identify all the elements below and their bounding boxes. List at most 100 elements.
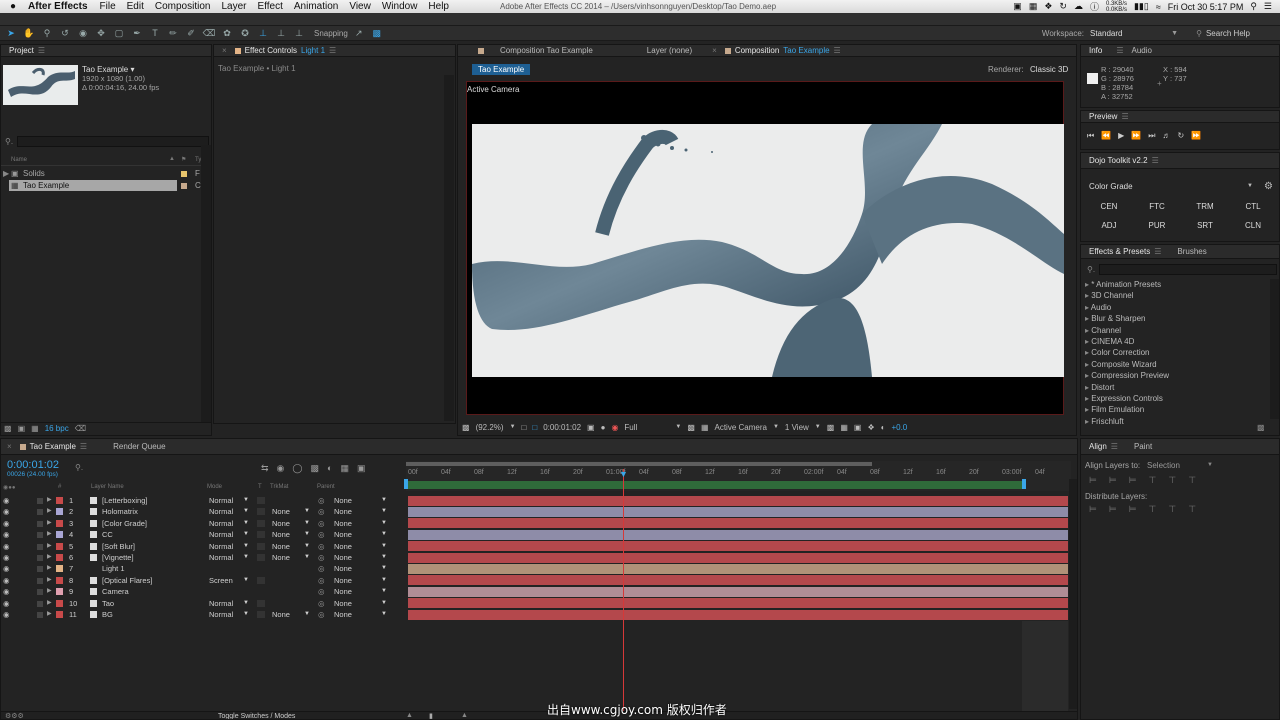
layer-duration-bar[interactable] bbox=[408, 575, 1068, 586]
layer-name[interactable]: [Optical Flares] bbox=[102, 575, 152, 586]
effect-category[interactable]: ▸ Expression Controls bbox=[1085, 393, 1269, 404]
work-area-end-handle[interactable] bbox=[1022, 479, 1026, 489]
scrollbar[interactable] bbox=[1270, 279, 1279, 419]
timeline-timecode[interactable]: 0:00:01:02 bbox=[7, 459, 59, 471]
camera-icon[interactable]: ▣ bbox=[1013, 1, 1022, 12]
dojo-button-pur[interactable]: PUR bbox=[1135, 219, 1179, 233]
menu-effect[interactable]: Effect bbox=[257, 1, 282, 12]
layer-duration-bar[interactable] bbox=[408, 518, 1068, 529]
scrollbar[interactable] bbox=[444, 75, 454, 421]
layer-duration-bar[interactable] bbox=[408, 609, 1068, 620]
distribute-top-icon[interactable]: ⊨ bbox=[1089, 504, 1097, 515]
label-swatch[interactable] bbox=[181, 171, 187, 177]
panel-menu-icon[interactable]: ☰ bbox=[1111, 442, 1118, 451]
grid-options-icon[interactable]: ▦ bbox=[701, 423, 709, 432]
effect-category[interactable]: ▸ * Animation Presets bbox=[1085, 279, 1269, 290]
expand-arrow-icon[interactable]: ▶ bbox=[3, 168, 9, 179]
effect-category[interactable]: ▸ Compression Preview bbox=[1085, 370, 1269, 381]
chevron-down-icon[interactable]: ▼ bbox=[381, 586, 387, 597]
rotate-tool-icon[interactable]: ↺ bbox=[58, 28, 72, 39]
panel-menu-icon[interactable]: ☰ bbox=[1154, 247, 1161, 256]
next-frame-icon[interactable]: ⏩ bbox=[1131, 131, 1141, 141]
puppet-tool-icon[interactable]: ✪ bbox=[238, 28, 252, 39]
chevron-down-icon[interactable]: ▼ bbox=[381, 518, 387, 529]
draft-3d-icon[interactable]: ◉ bbox=[277, 463, 285, 474]
track-matte-select[interactable]: None bbox=[272, 518, 290, 529]
visibility-eye-icon[interactable]: ◉ bbox=[3, 552, 10, 563]
lock-toggle[interactable] bbox=[37, 600, 43, 607]
col-t[interactable]: T bbox=[258, 484, 262, 490]
chevron-down-icon[interactable]: ▼ bbox=[381, 541, 387, 552]
tab-dojo-toolkit[interactable]: Dojo Toolkit v2.2 ☰ bbox=[1081, 156, 1167, 165]
pick-whip-icon[interactable]: ◎ bbox=[318, 598, 325, 609]
distribute-vcenter-icon[interactable]: ⊨ bbox=[1109, 504, 1117, 515]
expand-panes-icon[interactable]: ⚙⚙⚙ bbox=[5, 712, 24, 719]
ram-preview-icon[interactable]: ⏩ bbox=[1191, 131, 1201, 141]
chevron-down-icon[interactable]: ▼ bbox=[675, 424, 681, 430]
chevron-down-icon[interactable]: ▼ bbox=[1207, 462, 1213, 468]
tab-effect-controls[interactable]: Effect Controls Light 1 ☰ bbox=[227, 46, 345, 55]
tab-render-queue[interactable]: Render Queue bbox=[105, 442, 173, 451]
tab-paint[interactable]: Paint bbox=[1126, 442, 1160, 451]
parent-select[interactable]: None bbox=[334, 506, 352, 517]
timeline-layer-row[interactable]: ◉ ▶ 7 Light 1 ◎ None ▼ bbox=[1, 563, 405, 574]
rendered-frame[interactable] bbox=[472, 124, 1064, 377]
expand-arrow-icon[interactable]: ▶ bbox=[47, 552, 52, 563]
layer-name[interactable]: Tao bbox=[102, 598, 114, 609]
expand-arrow-icon[interactable]: ▶ bbox=[47, 495, 52, 506]
expand-arrow-icon[interactable]: ▶ bbox=[47, 586, 52, 597]
visibility-eye-icon[interactable]: ◉ bbox=[3, 586, 10, 597]
lock-toggle[interactable] bbox=[37, 532, 43, 539]
visibility-eye-icon[interactable]: ◉ bbox=[3, 495, 10, 506]
layer-name[interactable]: CC bbox=[102, 529, 113, 540]
timeline-layer-row[interactable]: ◉ ▶ 9 Camera ◎ None ▼ bbox=[1, 586, 405, 597]
chevron-down-icon[interactable]: ▼ bbox=[1171, 30, 1178, 37]
layer-name[interactable]: [Soft Blur] bbox=[102, 541, 135, 552]
parent-select[interactable]: None bbox=[334, 518, 352, 529]
expand-arrow-icon[interactable]: ▶ bbox=[47, 598, 52, 609]
mute-icon[interactable]: ♬ bbox=[1163, 131, 1171, 141]
lock-toggle[interactable] bbox=[37, 566, 43, 573]
layer-name[interactable]: [Color Grade] bbox=[102, 518, 147, 529]
info-icon[interactable]: ⓘ bbox=[1090, 0, 1099, 13]
blend-mode-select[interactable]: Normal bbox=[209, 552, 233, 563]
lock-toggle[interactable] bbox=[37, 612, 43, 618]
effect-category[interactable]: ▸ Frischluft bbox=[1085, 416, 1269, 427]
chevron-down-icon[interactable]: ▼ bbox=[773, 424, 779, 430]
pick-whip-icon[interactable]: ◎ bbox=[318, 563, 325, 574]
layer-label-swatch[interactable] bbox=[56, 519, 63, 527]
timeline-layer-row[interactable]: ◉ ▶ 8 [Optical Flares] Screen ▼ ◎ None ▼ bbox=[1, 575, 405, 586]
last-frame-icon[interactable]: ⏭ bbox=[1148, 131, 1155, 141]
chevron-down-icon[interactable]: ▼ bbox=[381, 529, 387, 540]
renderer-select[interactable]: Classic 3D bbox=[1030, 65, 1068, 74]
toggle-switches-modes[interactable]: Toggle Switches / Modes bbox=[218, 713, 295, 719]
track-matte-select[interactable]: None bbox=[272, 609, 290, 620]
chevron-down-icon[interactable]: ▼ bbox=[243, 575, 249, 586]
parent-select[interactable]: None bbox=[334, 586, 352, 597]
tab-align[interactable]: Align ☰ bbox=[1081, 442, 1126, 451]
parent-select[interactable]: None bbox=[334, 575, 352, 586]
expand-arrow-icon[interactable]: ▶ bbox=[47, 541, 52, 552]
layer-label-swatch[interactable] bbox=[56, 497, 63, 504]
layer-name[interactable]: Holomatrix bbox=[102, 506, 138, 517]
dojo-button-adj[interactable]: ADJ bbox=[1087, 219, 1131, 233]
tab-timeline-comp[interactable]: Tao Example ☰ bbox=[12, 442, 95, 451]
timeline-icon[interactable]: ▣ bbox=[854, 423, 862, 432]
views-select[interactable]: 1 View bbox=[785, 423, 809, 432]
lock-toggle[interactable] bbox=[37, 520, 43, 527]
blend-mode-select[interactable]: Normal bbox=[209, 529, 233, 540]
effect-category[interactable]: ▸ Composite Wizard bbox=[1085, 359, 1269, 370]
layer-name[interactable]: Light 1 bbox=[102, 563, 125, 574]
project-item[interactable]: ▶ ▣ Solids F bbox=[1, 168, 211, 179]
chevron-down-icon[interactable]: ▼ bbox=[243, 518, 249, 529]
track-matte-select[interactable]: None bbox=[272, 529, 290, 540]
align-vcenter-icon[interactable]: ⊤ bbox=[1168, 475, 1176, 486]
chevron-down-icon[interactable]: ▼ bbox=[243, 541, 249, 552]
snapping-icon[interactable]: ↗ bbox=[352, 28, 366, 39]
panel-menu-icon[interactable]: ☰ bbox=[1116, 46, 1123, 55]
new-preset-icon[interactable]: ▩ bbox=[1257, 423, 1265, 432]
dojo-button-ctl[interactable]: CTL bbox=[1231, 200, 1275, 214]
pick-whip-icon[interactable]: ◎ bbox=[318, 529, 325, 540]
visibility-eye-icon[interactable]: ◉ bbox=[3, 529, 10, 540]
layer-label-swatch[interactable] bbox=[56, 542, 63, 550]
